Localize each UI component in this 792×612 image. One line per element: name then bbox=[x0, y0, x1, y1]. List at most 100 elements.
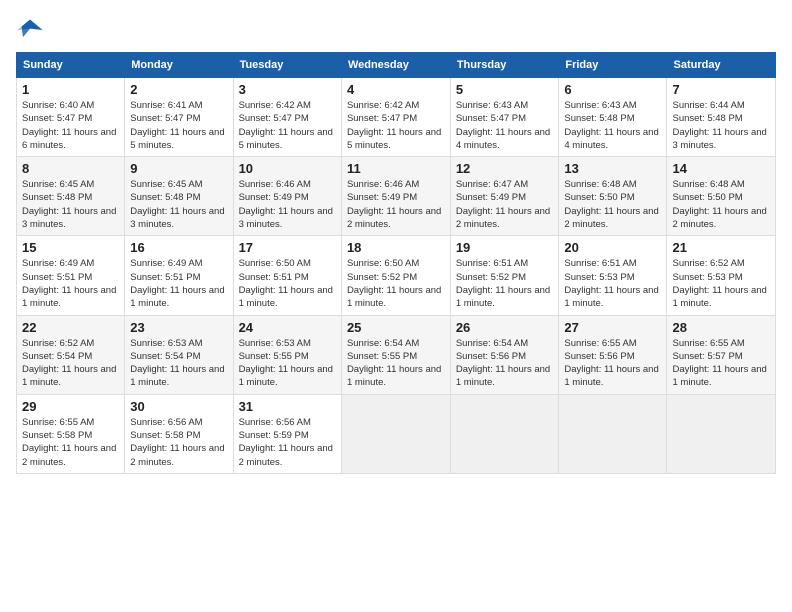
day-info: Sunrise: 6:50 AMSunset: 5:52 PMDaylight:… bbox=[347, 257, 445, 310]
day-info: Sunrise: 6:46 AMSunset: 5:49 PMDaylight:… bbox=[347, 178, 445, 231]
day-number: 13 bbox=[564, 161, 661, 176]
calendar-cell: 17 Sunrise: 6:50 AMSunset: 5:51 PMDayligh… bbox=[233, 236, 341, 315]
calendar-cell: 5Sunrise: 6:43 AMSunset: 5:47 PMDaylight… bbox=[450, 78, 559, 157]
day-info: Sunrise: 6:54 AMSunset: 5:55 PMDaylight:… bbox=[347, 337, 445, 390]
calendar-cell bbox=[450, 394, 559, 473]
day-info: Sunrise: 6:53 AMSunset: 5:54 PMDaylight:… bbox=[130, 337, 227, 390]
logo bbox=[16, 16, 48, 44]
calendar-cell: 7 Sunrise: 6:44 AMSunset: 5:48 PMDaylight… bbox=[667, 78, 776, 157]
calendar-cell: 2Sunrise: 6:41 AMSunset: 5:47 PMDaylight… bbox=[125, 78, 233, 157]
calendar-cell: 15 Sunrise: 6:49 AMSunset: 5:51 PMDayligh… bbox=[17, 236, 125, 315]
day-info: Sunrise: 6:43 AMSunset: 5:48 PMDaylight:… bbox=[564, 99, 661, 152]
calendar-cell: 11 Sunrise: 6:46 AMSunset: 5:49 PMDayligh… bbox=[341, 157, 450, 236]
day-number: 12 bbox=[456, 161, 554, 176]
day-number: 14 bbox=[672, 161, 770, 176]
calendar-cell: 23 Sunrise: 6:53 AMSunset: 5:54 PMDayligh… bbox=[125, 315, 233, 394]
day-info: Sunrise: 6:50 AMSunset: 5:51 PMDaylight:… bbox=[239, 257, 336, 310]
day-info: Sunrise: 6:48 AMSunset: 5:50 PMDaylight:… bbox=[672, 178, 770, 231]
day-number: 19 bbox=[456, 240, 554, 255]
day-info: Sunrise: 6:44 AMSunset: 5:48 PMDaylight:… bbox=[672, 99, 770, 152]
calendar-cell: 4 Sunrise: 6:42 AMSunset: 5:47 PMDaylight… bbox=[341, 78, 450, 157]
day-number: 29 bbox=[22, 399, 119, 414]
day-info: Sunrise: 6:49 AMSunset: 5:51 PMDaylight:… bbox=[130, 257, 227, 310]
day-number: 4 bbox=[347, 82, 445, 97]
calendar-cell: 14 Sunrise: 6:48 AMSunset: 5:50 PMDayligh… bbox=[667, 157, 776, 236]
calendar-cell: 8Sunrise: 6:45 AMSunset: 5:48 PMDaylight… bbox=[17, 157, 125, 236]
calendar-cell: 3 Sunrise: 6:42 AMSunset: 5:47 PMDaylight… bbox=[233, 78, 341, 157]
calendar-cell: 25 Sunrise: 6:54 AMSunset: 5:55 PMDayligh… bbox=[341, 315, 450, 394]
calendar-cell: 27 Sunrise: 6:55 AMSunset: 5:56 PMDayligh… bbox=[559, 315, 667, 394]
calendar-week-row: 1Sunrise: 6:40 AMSunset: 5:47 PMDaylight… bbox=[17, 78, 776, 157]
day-of-week-header: Saturday bbox=[667, 53, 776, 78]
calendar-cell: 22 Sunrise: 6:52 AMSunset: 5:54 PMDayligh… bbox=[17, 315, 125, 394]
calendar-week-row: 29Sunrise: 6:55 AMSunset: 5:58 PMDayligh… bbox=[17, 394, 776, 473]
day-info: Sunrise: 6:48 AMSunset: 5:50 PMDaylight:… bbox=[564, 178, 661, 231]
day-number: 2 bbox=[130, 82, 227, 97]
day-number: 9 bbox=[130, 161, 227, 176]
day-number: 24 bbox=[239, 320, 336, 335]
day-info: Sunrise: 6:42 AMSunset: 5:47 PMDaylight:… bbox=[347, 99, 445, 152]
day-info: Sunrise: 6:52 AMSunset: 5:54 PMDaylight:… bbox=[22, 337, 119, 390]
day-info: Sunrise: 6:52 AMSunset: 5:53 PMDaylight:… bbox=[672, 257, 770, 310]
day-info: Sunrise: 6:51 AMSunset: 5:53 PMDaylight:… bbox=[564, 257, 661, 310]
calendar-cell: 6 Sunrise: 6:43 AMSunset: 5:48 PMDaylight… bbox=[559, 78, 667, 157]
calendar-cell: 24 Sunrise: 6:53 AMSunset: 5:55 PMDayligh… bbox=[233, 315, 341, 394]
day-number: 6 bbox=[564, 82, 661, 97]
day-number: 30 bbox=[130, 399, 227, 414]
day-number: 22 bbox=[22, 320, 119, 335]
calendar-table: SundayMondayTuesdayWednesdayThursdayFrid… bbox=[16, 52, 776, 474]
day-number: 17 bbox=[239, 240, 336, 255]
day-of-week-header: Wednesday bbox=[341, 53, 450, 78]
calendar-cell: 18 Sunrise: 6:50 AMSunset: 5:52 PMDayligh… bbox=[341, 236, 450, 315]
calendar-cell: 1Sunrise: 6:40 AMSunset: 5:47 PMDaylight… bbox=[17, 78, 125, 157]
day-number: 10 bbox=[239, 161, 336, 176]
calendar-cell: 12 Sunrise: 6:47 AMSunset: 5:49 PMDayligh… bbox=[450, 157, 559, 236]
day-number: 28 bbox=[672, 320, 770, 335]
day-number: 25 bbox=[347, 320, 445, 335]
day-number: 26 bbox=[456, 320, 554, 335]
day-number: 16 bbox=[130, 240, 227, 255]
calendar-cell: 29Sunrise: 6:55 AMSunset: 5:58 PMDayligh… bbox=[17, 394, 125, 473]
day-number: 11 bbox=[347, 161, 445, 176]
day-number: 8 bbox=[22, 161, 119, 176]
day-number: 3 bbox=[239, 82, 336, 97]
day-number: 15 bbox=[22, 240, 119, 255]
calendar-cell: 16 Sunrise: 6:49 AMSunset: 5:51 PMDayligh… bbox=[125, 236, 233, 315]
calendar-cell bbox=[341, 394, 450, 473]
day-info: Sunrise: 6:46 AMSunset: 5:49 PMDaylight:… bbox=[239, 178, 336, 231]
day-number: 7 bbox=[672, 82, 770, 97]
day-info: Sunrise: 6:47 AMSunset: 5:49 PMDaylight:… bbox=[456, 178, 554, 231]
logo-icon bbox=[16, 16, 44, 44]
page-header bbox=[16, 16, 776, 44]
calendar-cell: 26Sunrise: 6:54 AMSunset: 5:56 PMDayligh… bbox=[450, 315, 559, 394]
day-number: 23 bbox=[130, 320, 227, 335]
day-info: Sunrise: 6:42 AMSunset: 5:47 PMDaylight:… bbox=[239, 99, 336, 152]
day-info: Sunrise: 6:55 AMSunset: 5:56 PMDaylight:… bbox=[564, 337, 661, 390]
day-info: Sunrise: 6:55 AMSunset: 5:57 PMDaylight:… bbox=[672, 337, 770, 390]
calendar-cell: 20Sunrise: 6:51 AMSunset: 5:53 PMDayligh… bbox=[559, 236, 667, 315]
calendar-cell: 30 Sunrise: 6:56 AMSunset: 5:58 PMDayligh… bbox=[125, 394, 233, 473]
day-number: 21 bbox=[672, 240, 770, 255]
day-number: 31 bbox=[239, 399, 336, 414]
calendar-header-row: SundayMondayTuesdayWednesdayThursdayFrid… bbox=[17, 53, 776, 78]
calendar-cell: 31Sunrise: 6:56 AMSunset: 5:59 PMDayligh… bbox=[233, 394, 341, 473]
day-info: Sunrise: 6:56 AMSunset: 5:58 PMDaylight:… bbox=[130, 416, 227, 469]
day-of-week-header: Thursday bbox=[450, 53, 559, 78]
calendar-cell: 10 Sunrise: 6:46 AMSunset: 5:49 PMDayligh… bbox=[233, 157, 341, 236]
calendar-cell: 21 Sunrise: 6:52 AMSunset: 5:53 PMDayligh… bbox=[667, 236, 776, 315]
day-info: Sunrise: 6:40 AMSunset: 5:47 PMDaylight:… bbox=[22, 99, 119, 152]
day-number: 18 bbox=[347, 240, 445, 255]
day-number: 27 bbox=[564, 320, 661, 335]
day-info: Sunrise: 6:51 AMSunset: 5:52 PMDaylight:… bbox=[456, 257, 554, 310]
day-info: Sunrise: 6:53 AMSunset: 5:55 PMDaylight:… bbox=[239, 337, 336, 390]
calendar-cell bbox=[559, 394, 667, 473]
day-of-week-header: Monday bbox=[125, 53, 233, 78]
calendar-cell: 28 Sunrise: 6:55 AMSunset: 5:57 PMDayligh… bbox=[667, 315, 776, 394]
calendar-week-row: 8 Sunrise: 6:45 AMSunset: 5:48 PMDaylight… bbox=[17, 157, 776, 236]
calendar-cell: 19 Sunrise: 6:51 AMSunset: 5:52 PMDayligh… bbox=[450, 236, 559, 315]
calendar-cell: 13 Sunrise: 6:48 AMSunset: 5:50 PMDayligh… bbox=[559, 157, 667, 236]
calendar-cell: 9 Sunrise: 6:45 AMSunset: 5:48 PMDaylight… bbox=[125, 157, 233, 236]
day-info: Sunrise: 6:43 AMSunset: 5:47 PMDaylight:… bbox=[456, 99, 554, 152]
day-info: Sunrise: 6:45 AMSunset: 5:48 PMDaylight:… bbox=[130, 178, 227, 231]
day-info: Sunrise: 6:49 AMSunset: 5:51 PMDaylight:… bbox=[22, 257, 119, 310]
